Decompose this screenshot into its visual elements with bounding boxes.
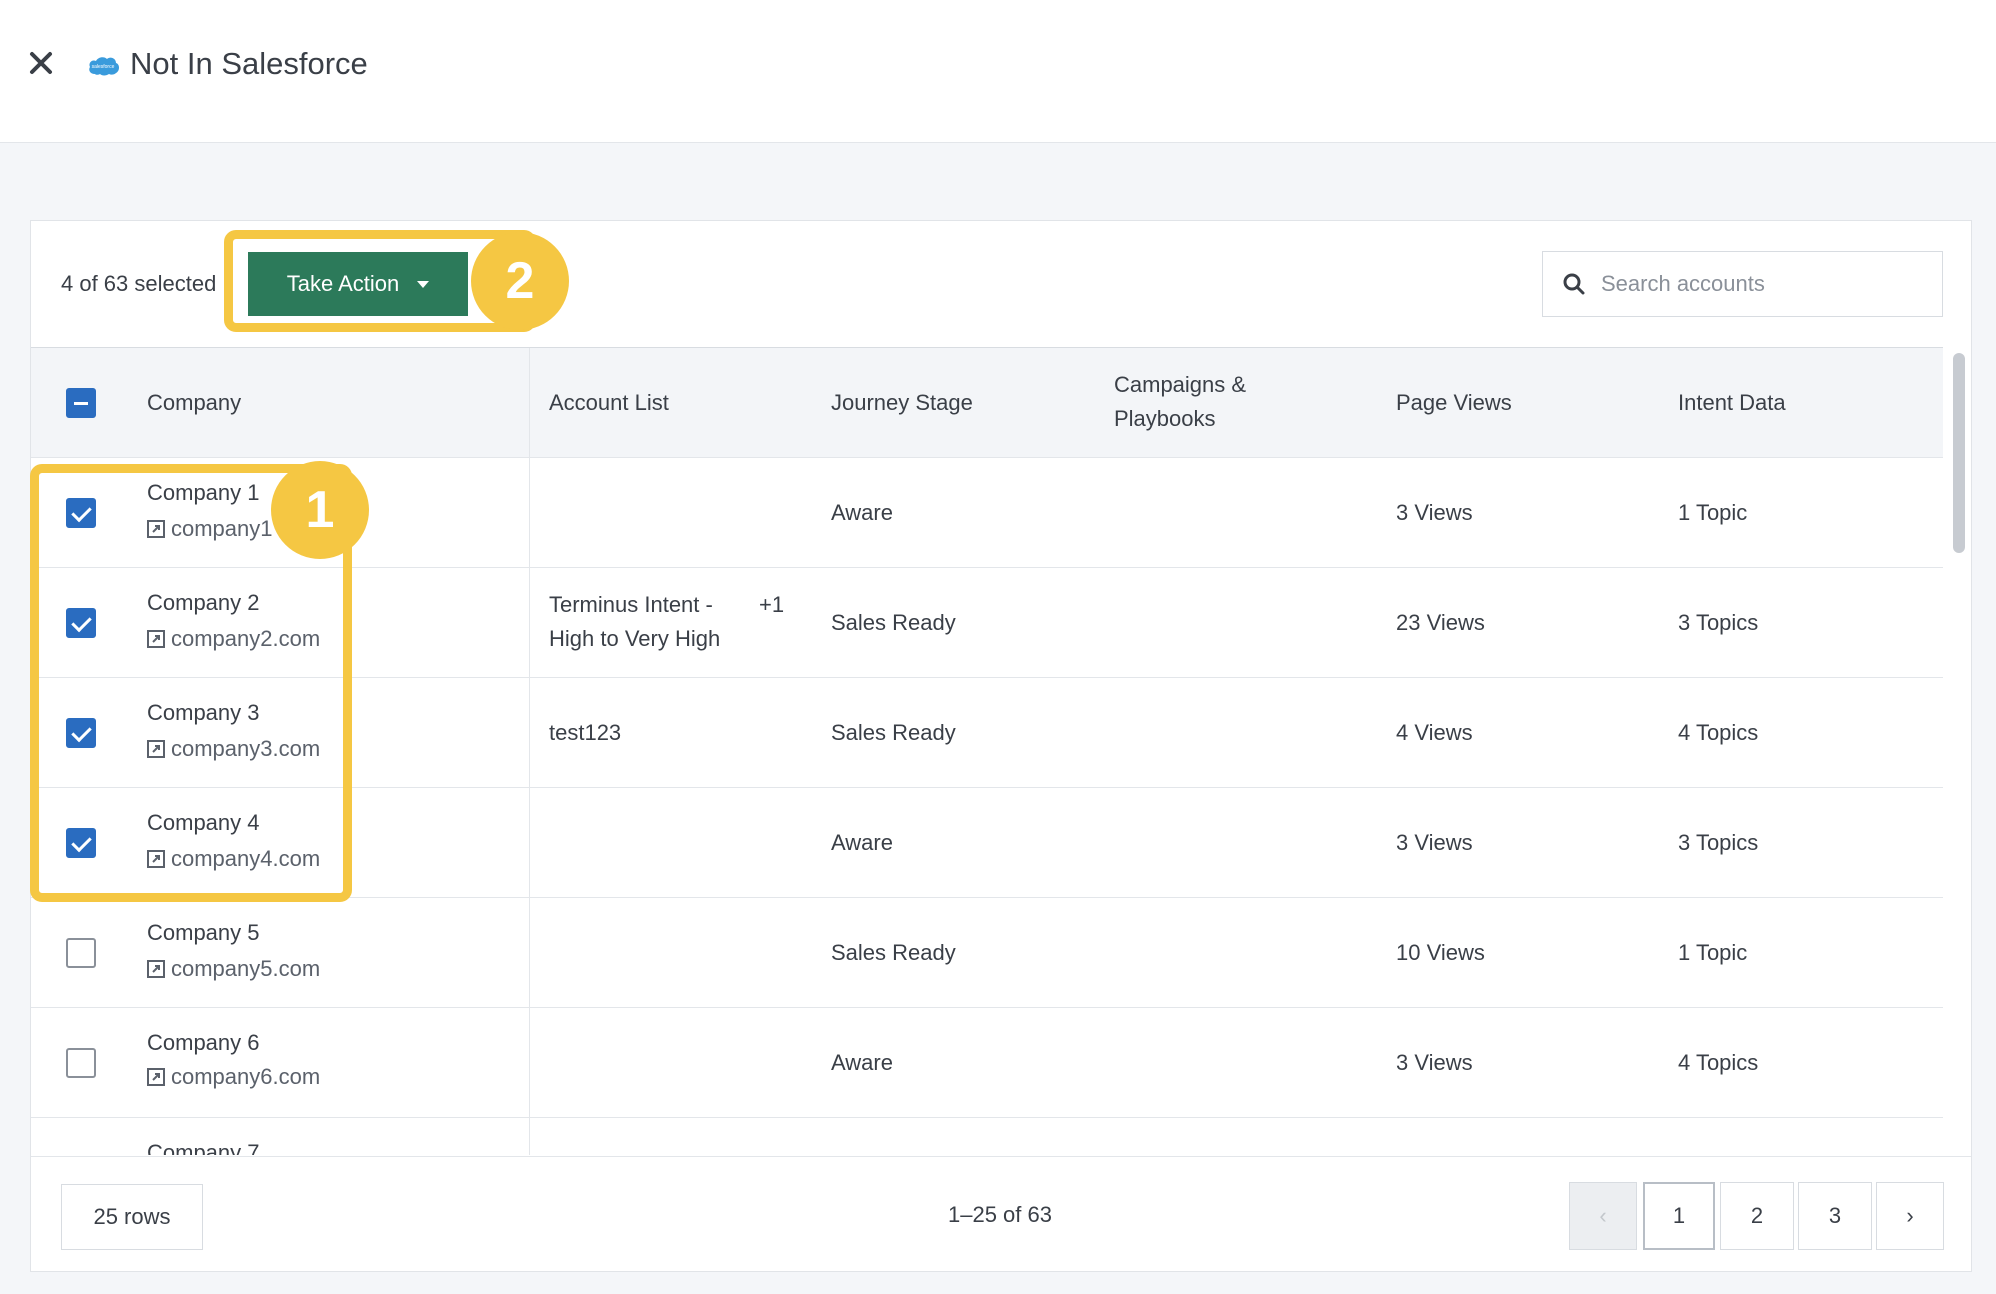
page-title: Not In Salesforce [130,46,368,81]
search-box[interactable] [1542,251,1943,317]
row-checkbox[interactable] [66,1048,96,1078]
column-header-account-list[interactable]: Account List [549,386,669,420]
search-icon [1563,273,1585,295]
journey-stage: Aware [831,500,893,525]
page-1-button[interactable]: 1 [1643,1182,1715,1250]
company-name[interactable]: Company 6 [147,1030,260,1056]
salesforce-logo-icon: salesforce [89,57,119,76]
page-views[interactable]: 4 Views [1396,716,1473,750]
intent-data[interactable]: 1 Topic [1678,496,1747,530]
page-views[interactable]: 10 Views [1396,936,1485,970]
journey-stage: Sales Ready [831,610,956,635]
table-header: Company Account List Journey Stage Campa… [31,348,1943,458]
page-views[interactable]: 3 Views [1396,496,1473,530]
page-2-button[interactable]: 2 [1720,1182,1794,1250]
company-domain-link[interactable]: company5.com [147,956,320,982]
company-domain-link[interactable]: company6.com [147,1064,320,1090]
page-views[interactable]: 3 Views [1396,1046,1473,1080]
column-header-campaigns[interactable]: Campaigns & Playbooks [1114,368,1294,436]
intent-data[interactable]: 1 Topic [1678,936,1747,970]
intent-data[interactable]: 3 Topics [1678,826,1758,860]
journey-stage: Sales Ready [831,940,956,965]
svg-text:salesforce: salesforce [92,64,115,70]
page-header: salesforce Not In Salesforce [0,0,1996,143]
table-row[interactable]: Company 6 company6.com Aware 3 Views 4 T… [31,1008,1943,1118]
external-link-icon [147,1068,165,1086]
pagination-range: 1–25 of 63 [948,1202,1052,1227]
row-checkbox[interactable] [66,938,96,968]
column-header-company[interactable]: Company [147,386,241,420]
page-views[interactable]: 3 Views [1396,826,1473,860]
search-input[interactable] [1601,271,1931,297]
annotation-badge-2: 2 [471,232,569,330]
page-3-button[interactable]: 3 [1798,1182,1872,1250]
intent-data[interactable]: 4 Topics [1678,1046,1758,1080]
column-header-intent-data[interactable]: Intent Data [1678,386,1786,420]
column-divider [529,348,530,1155]
journey-stage: Aware [831,1050,893,1075]
next-page-button[interactable]: › [1876,1182,1944,1250]
journey-stage: Sales Ready [831,720,956,745]
account-list-more[interactable]: +1 [759,588,784,622]
close-icon[interactable] [28,50,54,76]
column-header-page-views[interactable]: Page Views [1396,386,1512,420]
intent-data[interactable]: 3 Topics [1678,606,1758,640]
account-list[interactable]: Terminus Intent - High to Very High [549,588,749,656]
annotation-badge-1: 1 [271,461,369,559]
external-link-icon [147,960,165,978]
table-footer: 25 rows 1–25 of 63 ‹ 1 2 3 › [31,1156,1971,1271]
select-all-checkbox[interactable] [66,388,96,418]
company-name[interactable]: Company 7 [147,1140,260,1155]
journey-stage: Aware [831,830,893,855]
company-name[interactable]: Company 5 [147,920,260,946]
page-views[interactable]: 23 Views [1396,606,1485,640]
scrollbar-thumb[interactable] [1953,353,1965,553]
selection-count: 4 of 63 selected [61,271,217,296]
domain-text: company6.com [171,1064,321,1089]
column-header-journey-stage[interactable]: Journey Stage [831,386,973,420]
intent-data[interactable]: 4 Topics [1678,716,1758,750]
table-row[interactable]: Company 7 [31,1118,1943,1155]
rows-per-page-select[interactable]: 25 rows [61,1184,203,1250]
domain-text: company5.com [171,956,321,981]
account-list[interactable]: test123 [549,716,621,750]
prev-page-button[interactable]: ‹ [1569,1182,1637,1250]
table-row[interactable]: Company 5 company5.com Sales Ready 10 Vi… [31,898,1943,1008]
